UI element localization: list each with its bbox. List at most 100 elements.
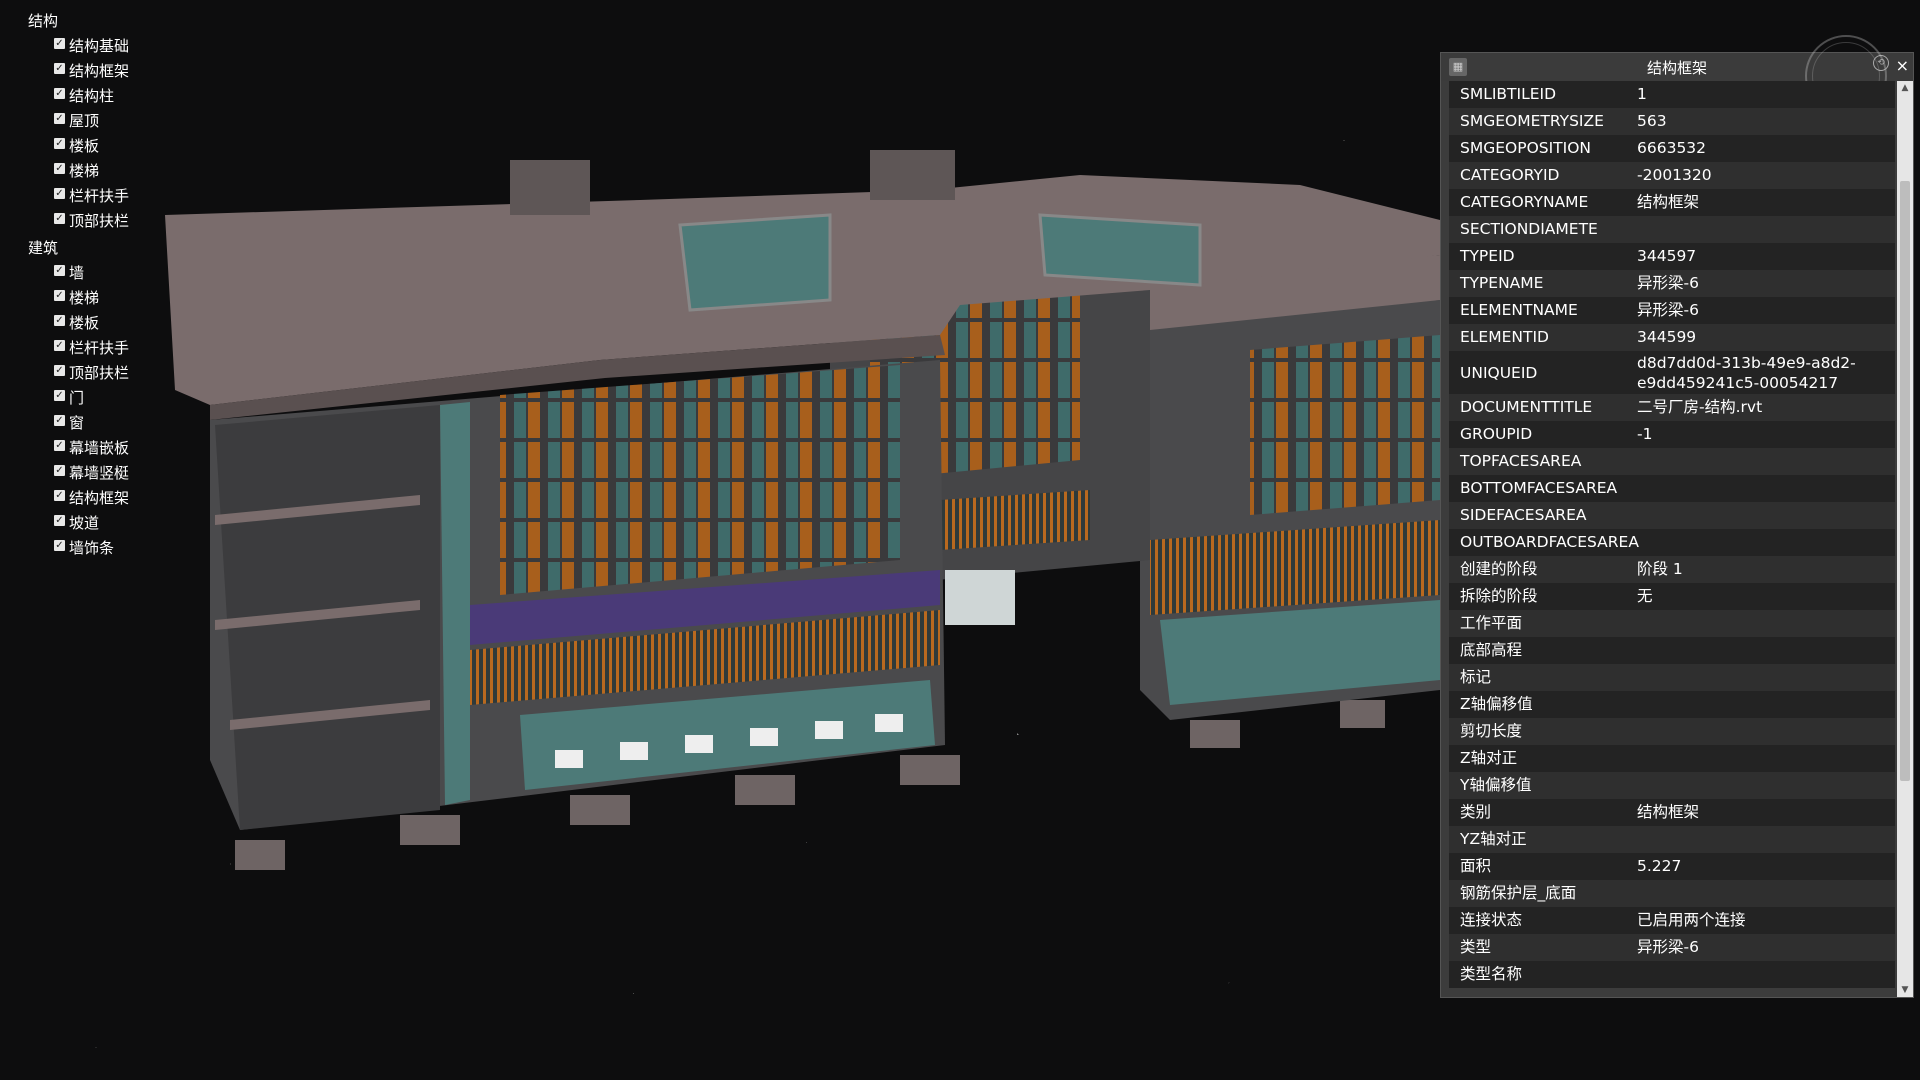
property-row: 标记 xyxy=(1449,664,1895,691)
property-value: 344597 xyxy=(1637,247,1697,265)
layer-item[interactable]: ✓ 屋顶 xyxy=(28,109,129,134)
layer-item[interactable]: ✓ 墙 xyxy=(28,261,129,286)
middle-block-louvers xyxy=(940,490,1090,550)
layer-checkbox[interactable]: ✓ xyxy=(54,113,65,124)
layer-checkbox[interactable]: ✓ xyxy=(54,138,65,149)
property-value xyxy=(1637,529,1895,556)
property-row: CATEGORYNAME 结构框架 xyxy=(1449,189,1895,216)
property-row: SMLIBTILEID 1 xyxy=(1449,81,1895,108)
layer-item[interactable]: ✓ 楼梯 xyxy=(28,159,129,184)
property-key: TYPENAME xyxy=(1460,274,1544,292)
property-key: TYPEID xyxy=(1460,247,1515,265)
property-value xyxy=(1637,216,1895,243)
property-row: 连接状态 已启用两个连接 xyxy=(1449,907,1895,934)
layer-checkbox[interactable]: ✓ xyxy=(54,465,65,476)
layer-checkbox[interactable]: ✓ xyxy=(54,290,65,301)
property-value: 阶段 1 xyxy=(1637,560,1683,578)
layer-checkbox[interactable]: ✓ xyxy=(54,490,65,501)
property-key: SIDEFACESAREA xyxy=(1460,506,1587,524)
property-value xyxy=(1637,448,1895,475)
property-value xyxy=(1637,718,1895,745)
property-row: 面积 5.227 xyxy=(1449,853,1895,880)
layer-tree: 结构 ✓ 结构基础 ✓ 结构框架 ✓ 结构柱 ✓ 屋顶 ✓ 楼板 ✓ 楼梯 ✓ 栏杆扶手 ✓ 顶部扶栏 建筑 ✓ 墙 ✓… xyxy=(28,9,129,561)
layer-item[interactable]: ✓ 墙饰条 xyxy=(28,536,129,561)
property-key: ELEMENTNAME xyxy=(1460,301,1578,319)
property-key: CATEGORYID xyxy=(1460,166,1560,184)
property-value xyxy=(1637,961,1895,988)
property-key: 底部高程 xyxy=(1460,641,1523,659)
layer-item-label: 结构框架 xyxy=(69,62,130,80)
property-key: 钢筋保护层_底面 xyxy=(1460,884,1577,902)
layer-checkbox[interactable]: ✓ xyxy=(54,188,65,199)
left-side-glass xyxy=(440,402,470,805)
panel-scrollbar[interactable]: ▲ ▼ xyxy=(1897,81,1913,997)
scrollbar-thumb[interactable] xyxy=(1900,181,1910,781)
property-key: 创建的阶段 xyxy=(1460,560,1538,578)
property-row: ELEMENTNAME 异形梁-6 xyxy=(1449,297,1895,324)
layer-checkbox[interactable]: ✓ xyxy=(54,390,65,401)
property-value: -1 xyxy=(1637,425,1653,443)
layer-checkbox[interactable]: ✓ xyxy=(54,38,65,49)
layer-checkbox[interactable]: ✓ xyxy=(54,515,65,526)
layer-item-label: 结构基础 xyxy=(69,37,130,55)
layer-item[interactable]: ✓ 结构框架 xyxy=(28,486,129,511)
layer-checkbox[interactable]: ✓ xyxy=(54,213,65,224)
property-row: Z轴偏移值 xyxy=(1449,691,1895,718)
property-row: 类别 结构框架 xyxy=(1449,799,1895,826)
layer-item[interactable]: ✓ 结构框架 xyxy=(28,59,129,84)
bim-3d-viewport[interactable] xyxy=(0,0,1440,1080)
property-key: CATEGORYNAME xyxy=(1460,193,1589,211)
property-value: 异形梁-6 xyxy=(1637,938,1699,956)
layer-item-label: 栏杆扶手 xyxy=(69,187,130,205)
property-row: CATEGORYID -2001320 xyxy=(1449,162,1895,189)
layer-item[interactable]: ✓ 楼板 xyxy=(28,134,129,159)
layer-checkbox[interactable]: ✓ xyxy=(54,365,65,376)
layer-item[interactable]: ✓ 坡道 xyxy=(28,511,129,536)
property-row: TOPFACESAREA xyxy=(1449,448,1895,475)
layer-item[interactable]: ✓ 栏杆扶手 xyxy=(28,184,129,209)
layer-group-title[interactable]: 结构 xyxy=(28,9,129,34)
layer-checkbox[interactable]: ✓ xyxy=(54,88,65,99)
layer-checkbox[interactable]: ✓ xyxy=(54,540,65,551)
property-row: OUTBOARDFACESAREA xyxy=(1449,529,1895,556)
layer-checkbox[interactable]: ✓ xyxy=(54,63,65,74)
property-key: Y轴偏移值 xyxy=(1460,776,1532,794)
layer-checkbox[interactable]: ✓ xyxy=(54,340,65,351)
layer-item[interactable]: ✓ 幕墙竖梃 xyxy=(28,461,129,486)
layer-checkbox[interactable]: ✓ xyxy=(54,315,65,326)
layer-item[interactable]: ✓ 楼梯 xyxy=(28,286,129,311)
layer-checkbox[interactable]: ✓ xyxy=(54,163,65,174)
layer-item[interactable]: ✓ 幕墙嵌板 xyxy=(28,436,129,461)
layer-item[interactable]: ✓ 顶部扶栏 xyxy=(28,361,129,386)
property-value: 344599 xyxy=(1637,328,1697,346)
property-row: Z轴对正 xyxy=(1449,745,1895,772)
front-upper-windows xyxy=(500,365,900,595)
layer-item[interactable]: ✓ 顶部扶栏 xyxy=(28,209,129,234)
property-key: SMLIBTILEID xyxy=(1460,85,1557,103)
layer-item[interactable]: ✓ 楼板 xyxy=(28,311,129,336)
layer-item[interactable]: ✓ 结构基础 xyxy=(28,34,129,59)
layer-item[interactable]: ✓ 窗 xyxy=(28,411,129,436)
scroll-up-icon[interactable]: ▲ xyxy=(1897,81,1913,95)
property-value: 二号厂房-结构.rvt xyxy=(1637,398,1763,416)
property-row: 拆除的阶段 无 xyxy=(1449,583,1895,610)
layer-item[interactable]: ✓ 门 xyxy=(28,386,129,411)
close-icon[interactable]: × xyxy=(1896,56,1909,75)
property-value xyxy=(1637,502,1895,529)
property-key: ELEMENTID xyxy=(1460,328,1549,346)
layer-checkbox[interactable]: ✓ xyxy=(54,265,65,276)
layer-item[interactable]: ✓ 栏杆扶手 xyxy=(28,336,129,361)
property-row: DOCUMENTTITLE 二号厂房-结构.rvt xyxy=(1449,394,1895,421)
property-row: ELEMENTID 344599 xyxy=(1449,324,1895,351)
property-row: Y轴偏移值 xyxy=(1449,772,1895,799)
layer-item[interactable]: ✓ 结构柱 xyxy=(28,84,129,109)
property-value: 563 xyxy=(1637,112,1667,130)
layer-checkbox[interactable]: ✓ xyxy=(54,440,65,451)
layer-item-label: 顶部扶栏 xyxy=(69,212,130,230)
property-key: Z轴偏移值 xyxy=(1460,695,1533,713)
layer-checkbox[interactable]: ✓ xyxy=(54,415,65,426)
scroll-down-icon[interactable]: ▼ xyxy=(1897,983,1913,997)
property-value: 已启用两个连接 xyxy=(1637,911,1746,929)
property-value xyxy=(1637,610,1895,637)
layer-group-title[interactable]: 建筑 xyxy=(28,236,129,261)
